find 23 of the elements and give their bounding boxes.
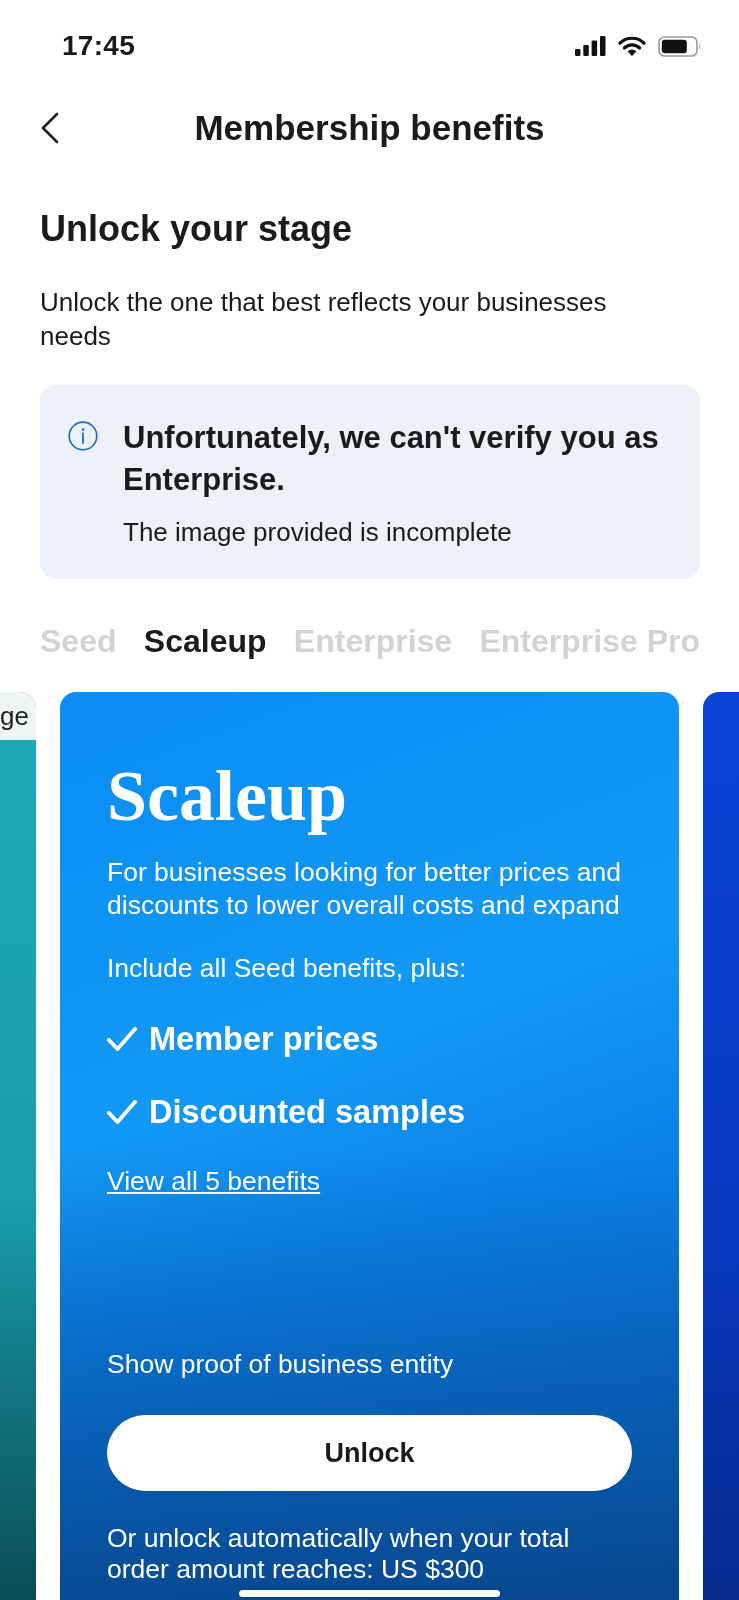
unlock-button[interactable]: Unlock [107, 1415, 632, 1491]
requirement-text: Show proof of business entity [107, 1348, 455, 1381]
check-icon [107, 1100, 137, 1124]
check-icon [107, 1027, 137, 1051]
wifi-icon [618, 36, 646, 56]
benefits-link[interactable]: View all 5 benefits [107, 1165, 321, 1198]
status-time: 17:45 [62, 30, 136, 62]
back-icon[interactable] [40, 112, 60, 144]
alert-message: The image provided is incomplete [123, 517, 513, 547]
benefits-intro: Include all Seed benefits, plus: [107, 952, 468, 985]
alert-title: Unfortunately, we can't verify you as Enterprise. [123, 419, 660, 499]
stage-tab[interactable]: Scaleup [143, 622, 267, 660]
benefit-text: Member prices [149, 1020, 379, 1059]
plan-title: Scaleup [107, 756, 349, 836]
benefit-text: Discounted samples [149, 1093, 466, 1132]
signal-icon [575, 36, 606, 56]
info-icon [68, 421, 98, 451]
stage-badge: ge [0, 692, 36, 740]
unlock-note: Or unlock automatically when your total order amount reaches: US $300 [107, 1523, 571, 1585]
section-description: Unlock the one that best reflects your businesses needs [40, 286, 608, 353]
section-heading: Unlock your stage [40, 209, 354, 249]
page-title: Membership benefits [194, 107, 545, 149]
plan-description: For businesses looking for better prices and discounts to lower overall costs and expand [107, 856, 623, 922]
